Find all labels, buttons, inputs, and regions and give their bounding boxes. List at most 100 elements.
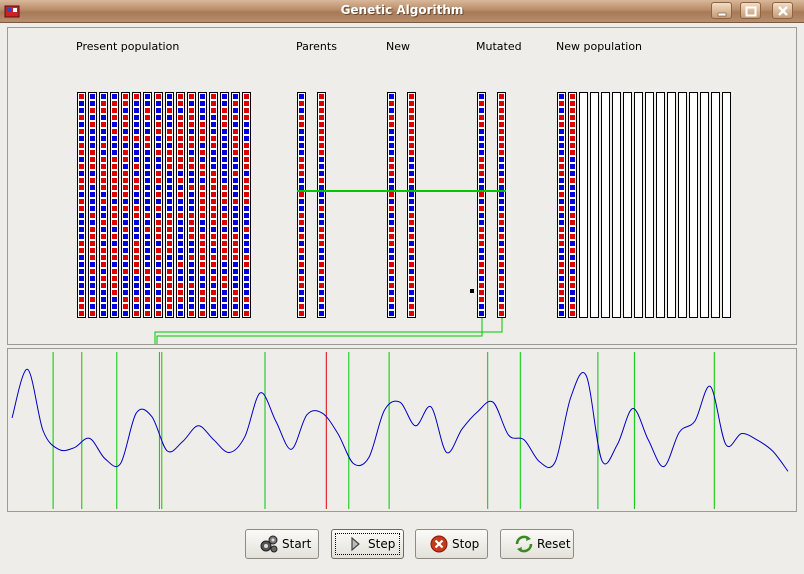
- gene-cell: [409, 262, 414, 267]
- gene-cell: [145, 311, 150, 316]
- gene-cell: [189, 255, 194, 260]
- gene-cell: [244, 311, 249, 316]
- gene-cell: [389, 115, 394, 120]
- gene-cell: [167, 171, 172, 176]
- gene-cell: [189, 115, 194, 120]
- gene-cell: [244, 199, 249, 204]
- gene-cell: [233, 255, 238, 260]
- gene-cell: [200, 290, 205, 295]
- start-button[interactable]: Start: [245, 529, 319, 559]
- gene-cell: [479, 122, 484, 127]
- gene-cell: [222, 164, 227, 169]
- gene-cell: [156, 171, 161, 176]
- gene-cell: [479, 143, 484, 148]
- gene-cell: [222, 283, 227, 288]
- gene-cell: [134, 283, 139, 288]
- gene-cell: [570, 108, 575, 113]
- gene-cell: [123, 101, 128, 106]
- gene-cell: [244, 115, 249, 120]
- gene-cell: [123, 150, 128, 155]
- gene-cell: [319, 122, 324, 127]
- focus-ring: [335, 533, 400, 555]
- gene-cell: [222, 178, 227, 183]
- gene-cell: [112, 129, 117, 134]
- gene-cell: [200, 115, 205, 120]
- gene-cell: [189, 199, 194, 204]
- gene-cell: [299, 129, 304, 134]
- gene-cell: [559, 283, 564, 288]
- gene-cell: [101, 234, 106, 239]
- gene-cell: [570, 304, 575, 309]
- gene-cell: [409, 206, 414, 211]
- gene-cell: [112, 255, 117, 260]
- gene-cell: [156, 283, 161, 288]
- gene-cell: [134, 143, 139, 148]
- gene-cell: [145, 101, 150, 106]
- gene-cell: [134, 220, 139, 225]
- gene-cell: [499, 150, 504, 155]
- gene-cell: [200, 304, 205, 309]
- gene-cell: [222, 129, 227, 134]
- gene-cell: [90, 276, 95, 281]
- gene-cell: [389, 157, 394, 162]
- gene-cell: [90, 136, 95, 141]
- gene-cell: [112, 220, 117, 225]
- gene-cell: [167, 234, 172, 239]
- gene-cell: [134, 297, 139, 302]
- gene-cell: [299, 157, 304, 162]
- gene-cell: [233, 199, 238, 204]
- gene-cell: [389, 227, 394, 232]
- gene-cell: [222, 241, 227, 246]
- gene-cell: [145, 185, 150, 190]
- gene-cell: [244, 143, 249, 148]
- gene-cell: [222, 108, 227, 113]
- gene-cell: [319, 108, 324, 113]
- gene-cell: [299, 269, 304, 274]
- gene-cell: [189, 311, 194, 316]
- gene-cell: [189, 94, 194, 99]
- gene-cell: [189, 122, 194, 127]
- gene-cell: [559, 276, 564, 281]
- gene-cell: [134, 213, 139, 218]
- gene-cell: [101, 290, 106, 295]
- stop-button[interactable]: Stop: [415, 529, 488, 559]
- gene-cell: [112, 290, 117, 295]
- gene-cell: [90, 269, 95, 274]
- gene-cell: [134, 276, 139, 281]
- gene-cell: [211, 311, 216, 316]
- gene-cell: [189, 276, 194, 281]
- gene-cell: [211, 227, 216, 232]
- gene-cell: [79, 248, 84, 253]
- gene-cell: [479, 276, 484, 281]
- gene-cell: [79, 115, 84, 120]
- gene-cell: [79, 164, 84, 169]
- gene-cell: [156, 199, 161, 204]
- gene-cell: [90, 248, 95, 253]
- gene-cell: [178, 136, 183, 141]
- gene-cell: [178, 255, 183, 260]
- step-button[interactable]: Step: [331, 529, 404, 559]
- gene-cell: [409, 248, 414, 253]
- gene-cell: [134, 185, 139, 190]
- gene-cell: [79, 255, 84, 260]
- gene-cell: [200, 255, 205, 260]
- gene-cell: [559, 248, 564, 253]
- gene-cell: [499, 115, 504, 120]
- gene-cell: [178, 283, 183, 288]
- gene-cell: [233, 171, 238, 176]
- gene-cell: [178, 164, 183, 169]
- gene-cell: [145, 234, 150, 239]
- present-chromosome: [165, 92, 174, 318]
- gene-cell: [112, 262, 117, 267]
- gene-cell: [123, 241, 128, 246]
- reset-button[interactable]: Reset: [500, 529, 574, 559]
- gene-cell: [499, 241, 504, 246]
- present-chromosome: [99, 92, 108, 318]
- gene-cell: [222, 227, 227, 232]
- gene-cell: [90, 304, 95, 309]
- gene-cell: [479, 136, 484, 141]
- gene-cell: [134, 115, 139, 120]
- gene-cell: [189, 227, 194, 232]
- gene-cell: [409, 255, 414, 260]
- gene-cell: [101, 129, 106, 134]
